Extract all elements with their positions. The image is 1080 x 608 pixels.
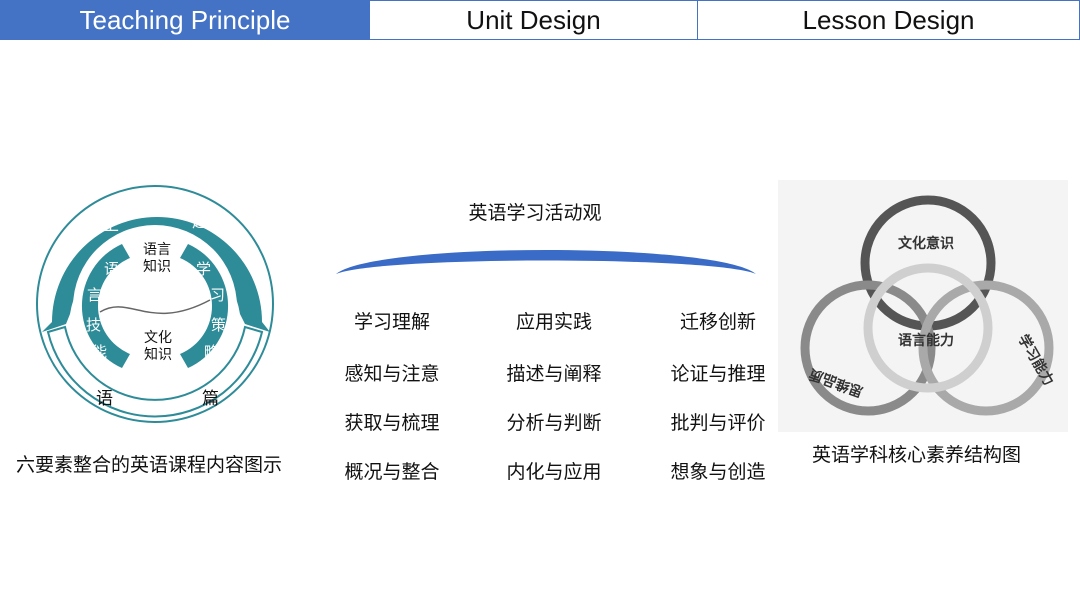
label-language: 语言能力	[898, 332, 954, 349]
right-arc-char-3: 策	[211, 316, 226, 334]
label-culture: 文化意识	[898, 235, 954, 252]
left-caption: 六要素整合的英语课程内容图示	[16, 454, 283, 476]
column-transfer: 迁移创新 论证与推理 批判与评价 想象与创造	[648, 310, 788, 509]
circle-culture	[860, 195, 996, 331]
outer-bottom-char-1: 语	[96, 389, 113, 409]
list-item: 概况与整合	[344, 461, 440, 483]
left-arc-char-3: 技	[86, 316, 101, 334]
right-arc-char-2: 习	[210, 286, 225, 304]
left-arc-char-2: 言	[87, 286, 102, 304]
outer-bottom-char-2: 篇	[202, 389, 219, 409]
center-culture-knowledge: 文化 知识	[144, 330, 172, 363]
list-item: 分析与判断	[506, 412, 602, 434]
list-item: 论证与推理	[670, 363, 766, 385]
list-item: 内化与应用	[506, 461, 602, 483]
outer-top-char-2: 题	[192, 212, 209, 232]
list-item: 批判与评价	[670, 412, 766, 434]
right-arc-char-4: 略	[204, 343, 219, 361]
six-elements-diagram: 主 题 语 篇 语 言 技 能 学 习 策 略	[36, 185, 274, 423]
tab-bar: Teaching Principle Unit Design Lesson De…	[0, 0, 1080, 40]
list-item: 感知与注意	[344, 363, 440, 385]
tab-teaching-principle[interactable]: Teaching Principle	[0, 0, 370, 40]
list-item: 描述与阐释	[506, 363, 602, 385]
core-literacy-diagram: 文化意识 语言能力 思维品质 学习能力	[800, 195, 1057, 416]
column-head: 迁移创新	[679, 311, 756, 333]
label-thinking: 思维品质	[807, 365, 865, 400]
column-head: 学习理解	[353, 311, 430, 333]
activity-arc	[336, 250, 756, 274]
column-understanding: 学习理解 感知与注意 获取与梳理 概况与整合	[322, 310, 462, 509]
tab-unit-design[interactable]: Unit Design	[370, 0, 698, 40]
right-caption: 英语学科核心素养结构图	[812, 444, 1022, 466]
left-arc-char-1: 语	[104, 260, 119, 278]
column-head: 应用实践	[515, 311, 592, 333]
list-item: 想象与创造	[670, 461, 766, 483]
column-practice: 应用实践 描述与阐释 分析与判断 内化与应用	[484, 310, 624, 509]
right-arc-char-1: 学	[196, 260, 211, 278]
center-language-knowledge: 语言 知识	[143, 242, 171, 275]
left-arc-char-4: 能	[92, 343, 107, 361]
outer-top-char-1: 主	[102, 215, 119, 235]
activity-view-title: 英语学习活动观	[468, 202, 602, 224]
list-item: 获取与梳理	[344, 412, 440, 434]
tab-lesson-design[interactable]: Lesson Design	[698, 0, 1080, 40]
